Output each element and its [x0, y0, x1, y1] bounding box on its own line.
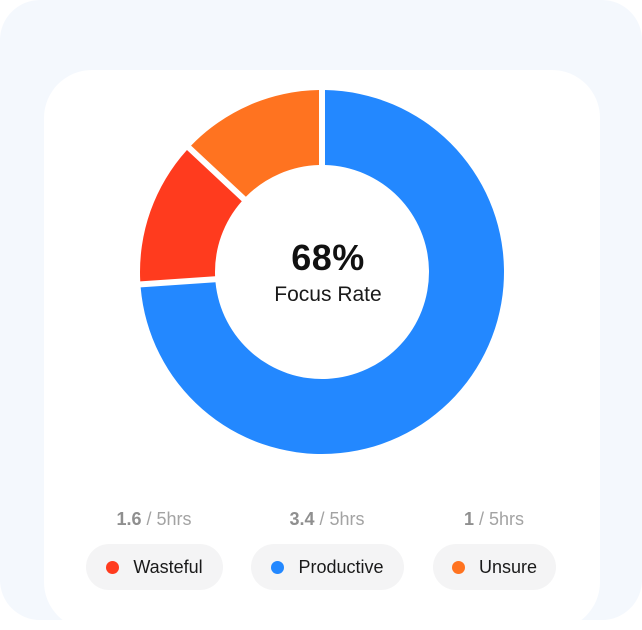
stat-wasteful-value: 1.6: [116, 509, 142, 529]
stat-productive-value: 3.4: [289, 509, 315, 529]
center-text: 68% Focus Rate: [218, 236, 438, 308]
focus-rate-value: 68%: [291, 237, 365, 278]
stat-unsure-value: 1: [463, 509, 474, 529]
legend-label-productive: Productive: [298, 556, 384, 577]
stat-productive: 3.4 / 5hrs: [289, 509, 365, 529]
legend-pill-productive[interactable]: Productive: [251, 544, 404, 590]
stat-wasteful: 1.6 / 5hrs: [116, 509, 192, 529]
legend-pill-wasteful[interactable]: Wasteful: [86, 544, 223, 590]
legend-label-unsure: Unsure: [478, 556, 538, 577]
legend-dot-productive: [271, 560, 285, 574]
stat-unsure-total: 5hrs: [489, 509, 525, 529]
legend-dot-unsure: [451, 560, 465, 574]
legend-dot-wasteful: [106, 560, 120, 574]
legend-label-wasteful: Wasteful: [133, 556, 203, 577]
focus-rate-label: Focus Rate: [274, 283, 382, 306]
legend-pill-unsure[interactable]: Unsure: [433, 544, 556, 590]
stat-wasteful-total: 5hrs: [156, 509, 192, 529]
stat-unsure: 1 / 5hrs: [463, 509, 525, 529]
stat-productive-total: 5hrs: [329, 509, 365, 529]
